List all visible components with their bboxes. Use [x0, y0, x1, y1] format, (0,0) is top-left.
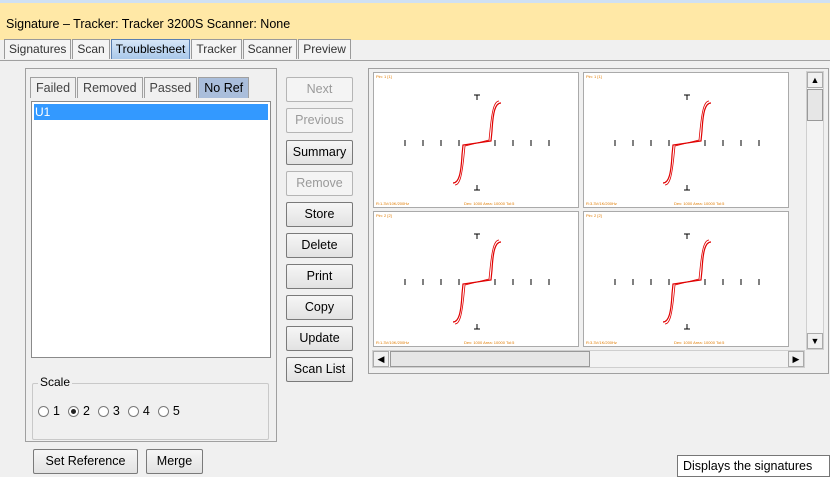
set-reference-button[interactable]: Set Reference — [33, 449, 138, 474]
subtab-no-ref[interactable]: No Ref — [198, 77, 250, 98]
store-label: Store — [304, 207, 335, 221]
scroll-right-arrow-icon[interactable]: ▶ — [788, 351, 804, 367]
tooltip: Displays the signatures — [677, 455, 830, 477]
iv-curve — [614, 233, 760, 330]
signature-plot[interactable]: Pin: 2 [2] R:1.3V/10K/200Hz Dev: 1000 Ar… — [373, 211, 579, 347]
delete-button[interactable]: Delete — [286, 233, 353, 258]
next-button[interactable]: Next — [286, 77, 353, 102]
plot-stats-label: Dev: 1000 Area: 10000 Tol:5 — [464, 340, 515, 345]
print-label: Print — [306, 269, 333, 283]
iv-curve — [404, 233, 550, 330]
signature-trace — [454, 100, 500, 186]
scale-radio-3[interactable] — [97, 405, 109, 417]
signature-trace — [454, 239, 500, 325]
vertical-scroll-thumb[interactable] — [807, 89, 823, 121]
copy-button[interactable]: Copy — [286, 295, 353, 320]
signature-trace — [664, 100, 710, 186]
plot-settings-label: R:1.3V/10K/200Hz — [376, 201, 410, 206]
scale-label-4: 4 — [142, 404, 150, 418]
window-title-bar: Signature – Tracker: Tracker 3200S Scann… — [0, 0, 830, 40]
tab-scan[interactable]: Scan — [72, 39, 110, 59]
merge-button[interactable]: Merge — [146, 449, 203, 474]
previous-button[interactable]: Previous — [286, 108, 353, 133]
summary-button[interactable]: Summary — [286, 140, 353, 165]
tab-scanner[interactable]: Scanner — [242, 39, 298, 59]
signature-plot[interactable]: Pin: 1 [1] R:3.3V/1K/200Hz Dev: 1000 Are… — [583, 72, 789, 208]
tooltip-text: Displays the signatures — [683, 459, 813, 473]
tab-signatures[interactable]: Signatures — [4, 39, 72, 59]
tab-tracker[interactable]: Tracker — [191, 39, 242, 59]
copy-label: Copy — [304, 300, 335, 314]
store-button[interactable]: Store — [286, 202, 353, 227]
scale-legend: Scale — [38, 375, 73, 389]
component-list[interactable]: U1 — [31, 101, 271, 358]
horizontal-scroll-thumb[interactable] — [390, 351, 590, 367]
update-label: Update — [299, 331, 340, 345]
signature-trace — [664, 239, 710, 325]
main-tabs: Signatures Scan Troublesheet Tracker Sca… — [4, 39, 352, 60]
set-reference-label: Set Reference — [45, 454, 126, 468]
iv-curve — [404, 94, 550, 191]
scroll-left-arrow-icon[interactable]: ◀ — [373, 351, 389, 367]
plot-pin-label: Pin: 1 [1] — [376, 74, 392, 79]
subtab-removed[interactable]: Removed — [77, 77, 143, 98]
signature-plot[interactable]: Pin: 1 [1] R:1.3V/10K/200Hz Dev: 1000 Ar… — [373, 72, 579, 208]
delete-label: Delete — [301, 238, 338, 252]
scale-radio-4[interactable] — [127, 405, 139, 417]
update-button[interactable]: Update — [286, 326, 353, 351]
scroll-up-arrow-icon[interactable]: ▲ — [807, 72, 823, 88]
scale-label-3: 3 — [112, 404, 120, 418]
plot-settings-label: R:3.3V/1K/200Hz — [586, 201, 617, 206]
scroll-down-arrow-icon[interactable]: ▼ — [807, 333, 823, 349]
plot-stats-label: Dev: 1000 Area: 10000 Tol:5 — [674, 340, 725, 345]
merge-label: Merge — [156, 454, 193, 468]
horizontal-scrollbar[interactable]: ◀ ▶ — [372, 350, 805, 368]
plot-settings-label: R:1.3V/10K/200Hz — [376, 340, 410, 345]
scale-radio-5[interactable] — [157, 405, 169, 417]
next-label: Next — [306, 82, 333, 96]
scale-radio-1[interactable] — [38, 405, 49, 417]
subtab-failed[interactable]: Failed — [30, 77, 77, 98]
previous-label: Previous — [295, 113, 344, 127]
plot-pin-label: Pin: 2 [2] — [376, 213, 392, 218]
scale-radio-2[interactable] — [67, 405, 79, 417]
plot-pin-label: Pin: 2 [2] — [586, 213, 602, 218]
plot-settings-label: R:3.3V/1K/200Hz — [586, 340, 617, 345]
tab-troubleshoot[interactable]: Troublesheet — [110, 39, 191, 59]
scan-list-button[interactable]: Scan List — [286, 357, 353, 382]
scale-group: Scale 1 2 3 4 5 — [32, 375, 269, 440]
plot-pin-label: Pin: 1 [1] — [586, 74, 602, 79]
scale-label-2: 2 — [82, 404, 90, 418]
plot-stats-label: Dev: 1000 Area: 10000 Tol:5 — [464, 201, 515, 206]
vertical-scrollbar[interactable]: ▲ ▼ — [806, 71, 824, 350]
signature-plot[interactable]: Pin: 2 [2] R:3.3V/1K/200Hz Dev: 1000 Are… — [583, 211, 789, 347]
remove-label: Remove — [296, 176, 343, 190]
window-title: Signature – Tracker: Tracker 3200S Scann… — [6, 17, 291, 31]
scale-label-5: 5 — [172, 404, 180, 418]
list-item-selected[interactable]: U1 — [34, 104, 268, 120]
summary-label: Summary — [292, 145, 347, 159]
print-button[interactable]: Print — [286, 264, 353, 289]
tab-divider — [0, 60, 830, 61]
tab-preview[interactable]: Preview — [298, 39, 351, 59]
scale-options: 1 2 3 4 5 — [38, 404, 184, 418]
remove-button[interactable]: Remove — [286, 171, 353, 196]
signature-viewer[interactable]: Pin: 1 [1] R:1.3V/10K/200Hz Dev: 1000 Ar… — [368, 68, 829, 374]
result-subtabs: Failed Removed Passed No Ref — [30, 77, 250, 99]
plot-stats-label: Dev: 1000 Area: 10000 Tol:5 — [674, 201, 725, 206]
scale-label-1: 1 — [53, 404, 60, 418]
subtab-passed[interactable]: Passed — [143, 77, 198, 98]
scan-list-label: Scan List — [293, 362, 346, 376]
iv-curve — [614, 94, 760, 191]
